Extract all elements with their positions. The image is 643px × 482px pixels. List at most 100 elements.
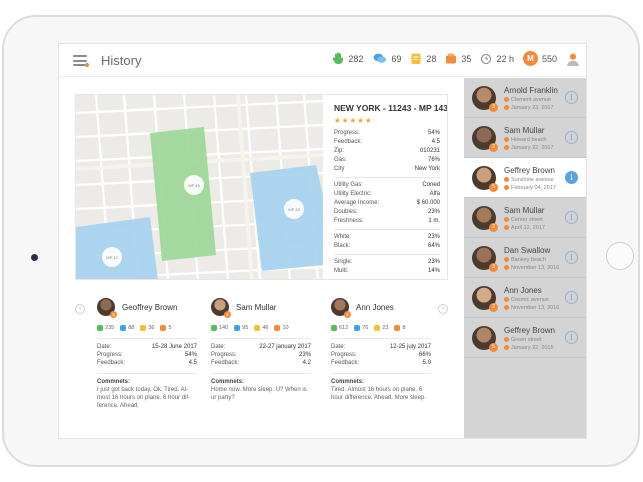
sidebar-item[interactable]: 5 Geffrey Brown Sunshine avenue February 04… [464, 158, 586, 198]
info-row: Single: 23% [334, 258, 440, 267]
user-stat: 46 [254, 324, 269, 331]
info-icon[interactable]: i [565, 291, 578, 304]
chevron-left-icon[interactable]: ‹ [75, 304, 85, 314]
user-stat: 76 [354, 324, 368, 331]
user-card[interactable]: 2 Sam Mullar 140 95 46 10 Date: 22-27 january 2… [211, 296, 311, 402]
sidebar-item[interactable]: 2 Sam Mullar Howard beach January 22, 2017 i [464, 118, 586, 158]
user-stat-value: 235 [105, 324, 115, 331]
user-card[interactable]: 5 Geoffrey Brown 235 88 36 5 Date: 15-28 June 2… [97, 296, 197, 410]
home-button[interactable] [606, 242, 634, 270]
wallet-icon [446, 53, 457, 64]
avatar: 5 [472, 166, 498, 192]
main-content: MP 45 MP 12 MP 33 NEW YORK - 11243 - MP … [59, 78, 464, 438]
sidebar-item[interactable]: 3 Dan Swallow Bankey beach November 13, 201… [464, 238, 586, 278]
info-icon[interactable]: i [565, 91, 578, 104]
stat-time[interactable]: 22 h [480, 52, 514, 65]
info-row: Average Income: $ 60.000 [334, 199, 440, 208]
info-label: Multi: [334, 268, 349, 274]
menu-icon[interactable] [73, 55, 89, 67]
info-group-main: Progress: 54% Feedback: 4.5 Zip: 010231 Gas: 76… [334, 129, 440, 174]
info-row: Utility Electric: Alfa [334, 190, 440, 199]
info-row: Black: 64% [334, 242, 440, 251]
stat-hands[interactable]: 282 [332, 52, 363, 65]
sidebar-item-date: January 23, 2017 [504, 105, 554, 111]
info-label: Gas: [334, 157, 347, 163]
user-stat: 36 [140, 324, 154, 331]
card-row: Feedback: 4.5 [97, 359, 197, 367]
avatar: 2 [472, 126, 498, 152]
date-text: November 13, 2016 [511, 305, 560, 311]
sidebar-item[interactable]: 2 Sam Mullar Center street April 12, 2017 i [464, 198, 586, 238]
pin-icon [504, 297, 509, 303]
sidebar-item-place: Center street [504, 217, 543, 223]
user-name: Sam Mullar [236, 302, 277, 312]
place-text: Sunshine avenue [511, 177, 554, 183]
profile-icon[interactable] [566, 52, 580, 66]
wallet-icon [160, 324, 167, 331]
chevron-right-icon[interactable]: › [438, 304, 448, 314]
sidebar-item-name: Ann Jones [504, 286, 542, 295]
divider [211, 373, 311, 374]
sidebar-item-date: November 13, 2016 [504, 265, 559, 271]
user-stat: 140 [211, 324, 228, 331]
card-row-value: 22-27 january 2017 [259, 344, 311, 350]
pin-icon [504, 337, 509, 343]
pin-icon [504, 97, 509, 103]
user-stat-value: 23 [382, 324, 389, 331]
stat-messages[interactable]: 69 [372, 52, 401, 65]
info-value: 4.5 [431, 139, 440, 145]
note-icon [140, 324, 147, 331]
user-stat: 88 [120, 324, 134, 331]
info-icon[interactable]: i [565, 251, 578, 264]
info-row: Multi: 14% [334, 267, 440, 276]
card-row-value: 4.5 [188, 360, 197, 366]
avatar-badge: 3 [489, 103, 498, 112]
card-row: Progress: 23% [211, 351, 311, 359]
place-text: Center street [511, 217, 543, 223]
divider [331, 338, 431, 339]
sidebar-item[interactable]: 2 Ann Jones Cosmic avenue November 13, 2016… [464, 278, 586, 318]
stat-notes[interactable]: 28 [410, 52, 436, 65]
sidebar-item-name: Sam Mullar [504, 206, 545, 215]
info-row: Freshness: 1 m. [334, 217, 440, 226]
card-row-label: Progress: [331, 352, 357, 358]
info-value: Alfa [429, 191, 440, 197]
stat-wallet[interactable]: 35 [445, 52, 471, 65]
place-text: Green street [511, 337, 542, 343]
info-value: $ 60.000 [416, 200, 440, 206]
info-icon[interactable]: i [565, 211, 578, 224]
chat-icon [120, 324, 127, 331]
user-stat-value: 95 [242, 324, 249, 331]
card-row-label: Progress: [211, 352, 237, 358]
sidebar-item-date: April 12, 2017 [504, 225, 545, 231]
info-icon[interactable]: i [565, 131, 578, 144]
wallet-icon [394, 324, 401, 331]
info-icon[interactable]: i [565, 331, 578, 344]
card-row: Date: 22-27 january 2017 [211, 343, 311, 351]
sidebar-item-place: Sunshine avenue [504, 177, 554, 183]
sidebar-item[interactable]: 3 Arnold Franklin Clement avenue January 23… [464, 78, 586, 118]
avatar: 5 [472, 326, 498, 352]
card-row-value: 23% [298, 352, 311, 358]
map-view[interactable]: MP 45 MP 12 MP 33 [76, 95, 323, 280]
info-group-utility: Utility Gas: Coned Utility Electric: Alfa Av… [334, 181, 440, 226]
card-row-label: Date: [97, 344, 112, 350]
pin-icon [504, 257, 509, 263]
avatar-badge: 5 [489, 183, 498, 192]
comment-text: Tired. Almost 16 hours on plane. 6 hour … [331, 387, 426, 401]
stat-coins[interactable]: M 550 [522, 51, 557, 66]
info-icon[interactable]: i [565, 171, 578, 184]
avatar-badge: 2 [224, 311, 231, 318]
sidebar-item-place: Howard beach [504, 137, 546, 143]
avatar-badge: 2 [489, 143, 498, 152]
page-title: History [101, 53, 142, 68]
place-text: Cosmic avenue [511, 297, 549, 303]
clock-icon [481, 53, 492, 65]
card-row-value: 5.0 [422, 360, 431, 366]
user-stat-value: 46 [262, 324, 269, 331]
info-label: Utility Gas: [334, 182, 364, 188]
sidebar-item-date: January 22, 2015 [504, 345, 554, 351]
user-card[interactable]: 2 Ann Jones 612 76 23 8 Date: 12-25 july 2017 Pr… [331, 296, 431, 402]
avatar: 3 [472, 246, 498, 272]
sidebar-item[interactable]: 5 Geffrey Brown Green street January 22, 20… [464, 318, 586, 358]
